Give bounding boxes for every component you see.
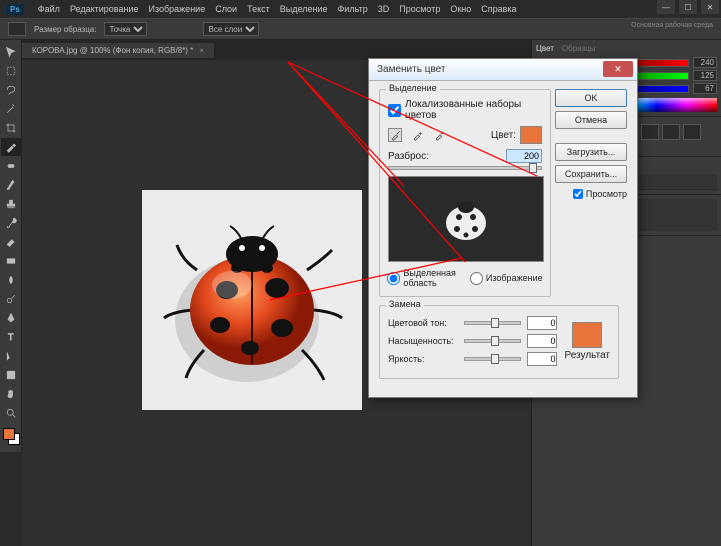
load-button[interactable]: Загрузить... bbox=[555, 143, 627, 161]
light-slider[interactable] bbox=[464, 357, 521, 361]
adjust-icon[interactable] bbox=[641, 124, 659, 140]
hue-label: Цветовой тон: bbox=[388, 318, 458, 328]
r-value[interactable]: 240 bbox=[693, 57, 717, 68]
sat-label: Насыщенность: bbox=[388, 336, 458, 346]
color-label: Цвет: bbox=[491, 130, 516, 141]
selection-group: Выделение Локализованные наборы цветов Ц… bbox=[379, 89, 551, 297]
adjust-icon[interactable] bbox=[683, 124, 701, 140]
canvas-image bbox=[142, 190, 362, 410]
heal-tool[interactable] bbox=[1, 157, 21, 175]
sample-size-label: Размер образца: bbox=[34, 25, 96, 34]
fg-color-swatch[interactable] bbox=[3, 428, 15, 440]
menu-layers[interactable]: Слои bbox=[215, 4, 237, 14]
save-button[interactable]: Сохранить... bbox=[555, 165, 627, 183]
swatches-tab[interactable]: Образцы bbox=[562, 44, 596, 53]
result-label: Результат bbox=[565, 350, 610, 361]
crop-tool[interactable] bbox=[1, 119, 21, 137]
close-tab-icon[interactable]: × bbox=[199, 46, 204, 55]
stamp-tool[interactable] bbox=[1, 195, 21, 213]
color-tab[interactable]: Цвет bbox=[536, 44, 554, 53]
replace-color-dialog: Заменить цвет ✕ OK Отмена Загрузить... С… bbox=[368, 58, 638, 398]
menu-edit[interactable]: Редактирование bbox=[70, 4, 139, 14]
menu-file[interactable]: Файл bbox=[38, 4, 60, 14]
hand-tool[interactable] bbox=[1, 385, 21, 403]
svg-text:T: T bbox=[8, 332, 14, 342]
ok-button[interactable]: OK bbox=[555, 89, 627, 107]
localized-checkbox[interactable] bbox=[388, 104, 401, 117]
cancel-button[interactable]: Отмена bbox=[555, 111, 627, 129]
options-bar: Размер образца: Точка Все слои bbox=[0, 18, 721, 40]
window-controls: — ☐ ✕ bbox=[657, 0, 719, 14]
light-input[interactable] bbox=[527, 352, 557, 366]
menu-window[interactable]: Окно bbox=[450, 4, 471, 14]
fuzziness-slider[interactable] bbox=[388, 166, 542, 170]
adjust-icon[interactable] bbox=[662, 124, 680, 140]
selection-preview[interactable] bbox=[388, 176, 544, 262]
canvas[interactable] bbox=[142, 190, 362, 410]
blur-tool[interactable] bbox=[1, 271, 21, 289]
menu-help[interactable]: Справка bbox=[481, 4, 516, 14]
document-tabs: КОРОВА.jpg @ 100% (Фон копия, RGB/8*) * … bbox=[22, 40, 531, 60]
light-label: Яркость: bbox=[388, 354, 458, 364]
color-controls[interactable] bbox=[0, 428, 21, 452]
sample-layers-select[interactable]: Все слои bbox=[203, 22, 259, 36]
hue-slider[interactable] bbox=[464, 321, 521, 325]
main-menubar: Ps Файл Редактирование Изображение Слои … bbox=[0, 0, 721, 18]
shape-tool[interactable] bbox=[1, 366, 21, 384]
eyedropper-plus-icon[interactable] bbox=[410, 128, 424, 142]
workspace-label[interactable]: Основная рабочая среда bbox=[631, 22, 713, 29]
maximize-button[interactable]: ☐ bbox=[679, 0, 697, 14]
app-logo: Ps bbox=[6, 4, 24, 15]
dodge-tool[interactable] bbox=[1, 290, 21, 308]
g-value[interactable]: 125 bbox=[693, 70, 717, 81]
menu-select[interactable]: Выделение bbox=[280, 4, 328, 14]
close-button[interactable]: ✕ bbox=[701, 0, 719, 14]
tool-preset-swatch[interactable] bbox=[8, 22, 26, 36]
localized-label: Локализованные наборы цветов bbox=[405, 99, 542, 121]
eraser-tool[interactable] bbox=[1, 233, 21, 251]
hue-input[interactable] bbox=[527, 316, 557, 330]
path-tool[interactable] bbox=[1, 347, 21, 365]
menu-filter[interactable]: Фильтр bbox=[337, 4, 367, 14]
replace-group: Замена Цветовой тон: Насыщенность: Яркос… bbox=[379, 305, 619, 379]
dialog-titlebar[interactable]: Заменить цвет ✕ bbox=[369, 59, 637, 81]
type-tool[interactable]: T bbox=[1, 328, 21, 346]
document-tab[interactable]: КОРОВА.jpg @ 100% (Фон копия, RGB/8*) * … bbox=[22, 43, 215, 58]
result-color-swatch[interactable] bbox=[572, 322, 602, 348]
gradient-tool[interactable] bbox=[1, 252, 21, 270]
brush-tool[interactable] bbox=[1, 176, 21, 194]
sat-input[interactable] bbox=[527, 334, 557, 348]
menu-text[interactable]: Текст bbox=[247, 4, 270, 14]
fuzziness-input[interactable] bbox=[506, 149, 542, 163]
radio-selection[interactable]: Выделенная область bbox=[387, 268, 456, 288]
dialog-close-button[interactable]: ✕ bbox=[603, 61, 633, 77]
lasso-tool[interactable] bbox=[1, 81, 21, 99]
pen-tool[interactable] bbox=[1, 309, 21, 327]
move-tool[interactable] bbox=[1, 43, 21, 61]
radio-image[interactable]: Изображение bbox=[470, 272, 543, 285]
menu-view[interactable]: Просмотр bbox=[399, 4, 440, 14]
minimize-button[interactable]: — bbox=[657, 0, 675, 14]
selection-group-title: Выделение bbox=[386, 83, 440, 93]
dialog-title: Заменить цвет bbox=[377, 64, 445, 75]
replace-group-title: Замена bbox=[386, 299, 424, 309]
eyedropper-tool[interactable] bbox=[1, 138, 21, 156]
sample-size-select[interactable]: Точка bbox=[104, 22, 147, 36]
preview-checkbox[interactable] bbox=[573, 189, 583, 199]
selection-color-swatch[interactable] bbox=[520, 126, 542, 144]
eyedropper-minus-icon[interactable] bbox=[432, 128, 446, 142]
preview-label: Просмотр bbox=[586, 189, 627, 199]
b-value[interactable]: 67 bbox=[693, 83, 717, 94]
fuzziness-label: Разброс: bbox=[388, 151, 429, 162]
marquee-tool[interactable] bbox=[1, 62, 21, 80]
tools-panel: T bbox=[0, 40, 22, 452]
zoom-tool[interactable] bbox=[1, 404, 21, 422]
wand-tool[interactable] bbox=[1, 100, 21, 118]
sat-slider[interactable] bbox=[464, 339, 521, 343]
eyedropper-icon[interactable] bbox=[388, 128, 402, 142]
history-brush-tool[interactable] bbox=[1, 214, 21, 232]
menu-image[interactable]: Изображение bbox=[149, 4, 206, 14]
document-tab-title: КОРОВА.jpg @ 100% (Фон копия, RGB/8*) * bbox=[32, 46, 193, 55]
menu-3d[interactable]: 3D bbox=[378, 4, 390, 14]
